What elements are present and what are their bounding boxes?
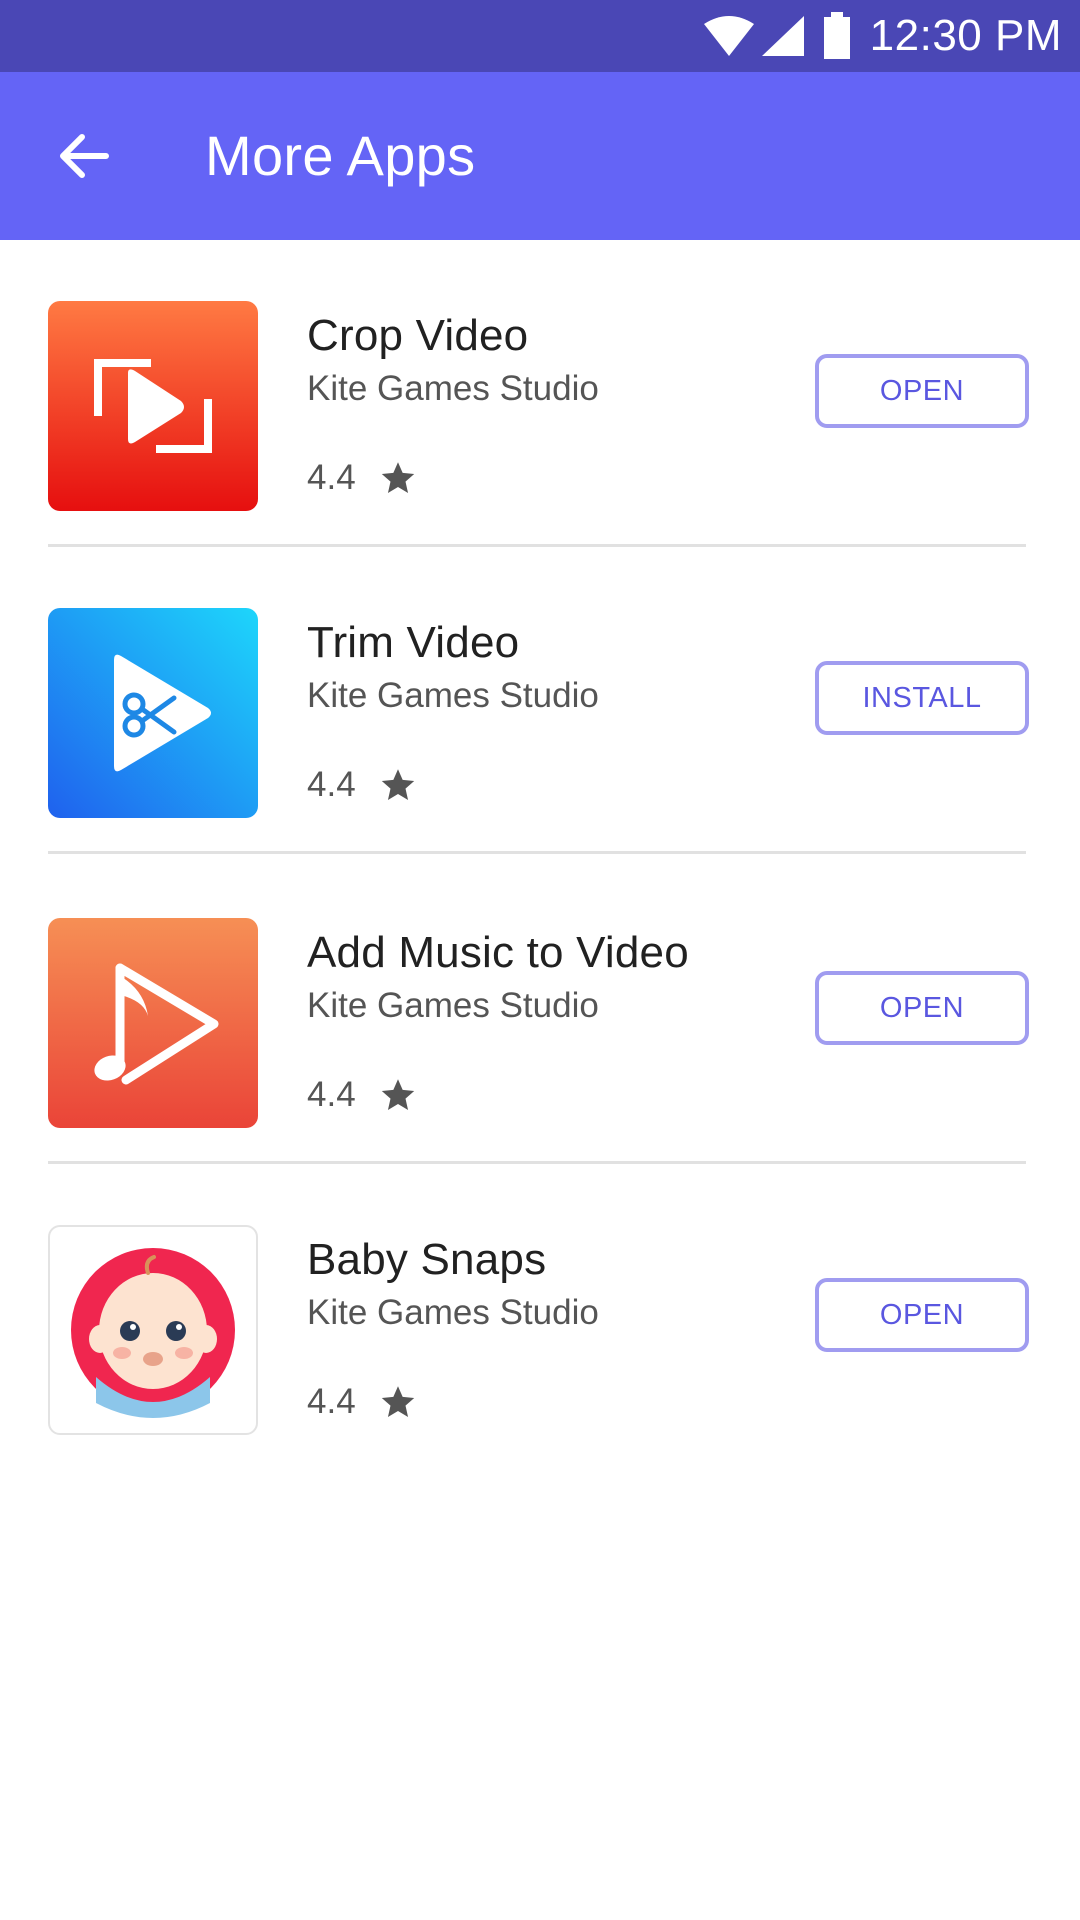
page-title: More Apps	[205, 124, 476, 187]
star-icon	[381, 1386, 414, 1417]
app-developer: Kite Games Studio	[307, 986, 599, 1025]
star-icon	[381, 462, 414, 493]
status-time: 12:30 PM	[869, 11, 1062, 60]
status-bar: 12:30 PM	[0, 0, 1080, 72]
rating-value: 4.4	[307, 765, 356, 804]
rating-value: 4.4	[307, 1382, 356, 1421]
app-developer: Kite Games Studio	[307, 369, 599, 408]
rating-value: 4.4	[307, 1075, 356, 1114]
app-list-item[interactable]: Baby Snaps Kite Games Studio 4.4 OPEN	[0, 1164, 1080, 1471]
star-icon	[381, 769, 414, 800]
app-list-item[interactable]: Crop Video Kite Games Studio 4.4 OPEN	[0, 240, 1080, 547]
app-developer: Kite Games Studio	[307, 1293, 599, 1332]
open-button[interactable]: OPEN	[815, 971, 1029, 1045]
cellular-signal-icon	[761, 16, 804, 56]
app-name: Trim Video	[307, 618, 520, 667]
open-button[interactable]: OPEN	[815, 354, 1029, 428]
app-rating: 4.4	[307, 763, 416, 807]
trim-video-icon	[48, 608, 258, 818]
app-list-item[interactable]: Trim Video Kite Games Studio 4.4 INSTALL	[0, 547, 1080, 854]
status-icons: 12:30 PM	[702, 0, 1062, 72]
app-bar: More Apps	[0, 72, 1080, 240]
app-list: Crop Video Kite Games Studio 4.4 OPEN Tr…	[0, 240, 1080, 1471]
app-list-item[interactable]: Add Music to Video Kite Games Studio 4.4…	[0, 854, 1080, 1164]
app-name: Crop Video	[307, 311, 529, 360]
app-name: Baby Snaps	[307, 1235, 547, 1284]
app-rating: 4.4	[307, 456, 416, 500]
crop-video-icon	[48, 301, 258, 511]
battery-icon	[823, 12, 850, 59]
back-button[interactable]	[38, 118, 130, 194]
app-name: Add Music to Video	[307, 928, 689, 977]
app-rating: 4.4	[307, 1073, 416, 1117]
app-developer: Kite Games Studio	[307, 676, 599, 715]
rating-value: 4.4	[307, 458, 356, 497]
star-icon	[381, 1079, 414, 1110]
wifi-icon	[703, 16, 754, 56]
app-rating: 4.4	[307, 1380, 416, 1424]
baby-face-icon	[48, 1225, 258, 1435]
open-button[interactable]: OPEN	[815, 1278, 1029, 1352]
add-music-icon	[48, 918, 258, 1128]
install-button[interactable]: INSTALL	[815, 661, 1029, 735]
arrow-left-icon	[60, 134, 109, 178]
